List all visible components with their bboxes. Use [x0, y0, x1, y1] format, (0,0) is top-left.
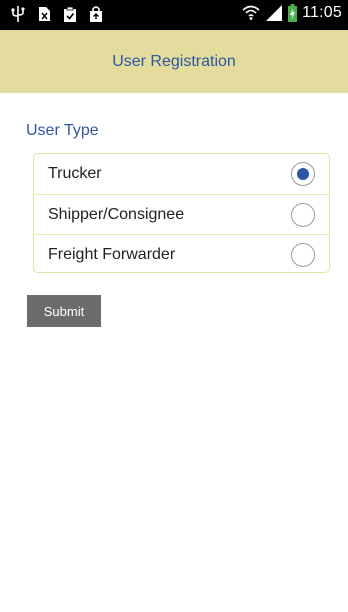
radio-option-shipper-consignee[interactable]: Shipper/Consignee — [34, 194, 329, 234]
app-header: User Registration — [0, 30, 348, 93]
radio-option-label: Shipper/Consignee — [48, 205, 185, 223]
system-status: 11:05 — [242, 3, 342, 23]
battery-charging-icon — [288, 4, 298, 22]
status-bar: 11:05 — [0, 0, 348, 30]
radio-button-checked[interactable] — [291, 162, 315, 186]
wifi-icon — [242, 5, 260, 20]
notification-icons — [10, 5, 104, 23]
clipboard-icon — [64, 6, 76, 22]
user-type-label: User Type — [26, 122, 99, 139]
radio-button-unchecked[interactable] — [291, 242, 315, 267]
radio-button-unchecked[interactable] — [291, 202, 315, 227]
radio-option-label: Freight Forwarder — [48, 245, 176, 263]
user-type-radio-group: Trucker Shipper/Consignee Freight Forwar… — [33, 153, 330, 273]
radio-option-trucker[interactable]: Trucker — [34, 154, 329, 194]
signal-icon — [266, 5, 283, 21]
page-title: User Registration — [112, 52, 236, 70]
radio-option-freight-forwarder[interactable]: Freight Forwarder — [34, 234, 329, 274]
sim-icon — [39, 7, 50, 21]
bag-icon — [90, 6, 102, 22]
radio-option-label: Trucker — [48, 165, 102, 182]
radio-selected-dot — [297, 168, 309, 180]
clock: 11:05 — [302, 4, 342, 21]
submit-button[interactable]: Submit — [27, 295, 101, 327]
usb-icon — [11, 6, 25, 22]
